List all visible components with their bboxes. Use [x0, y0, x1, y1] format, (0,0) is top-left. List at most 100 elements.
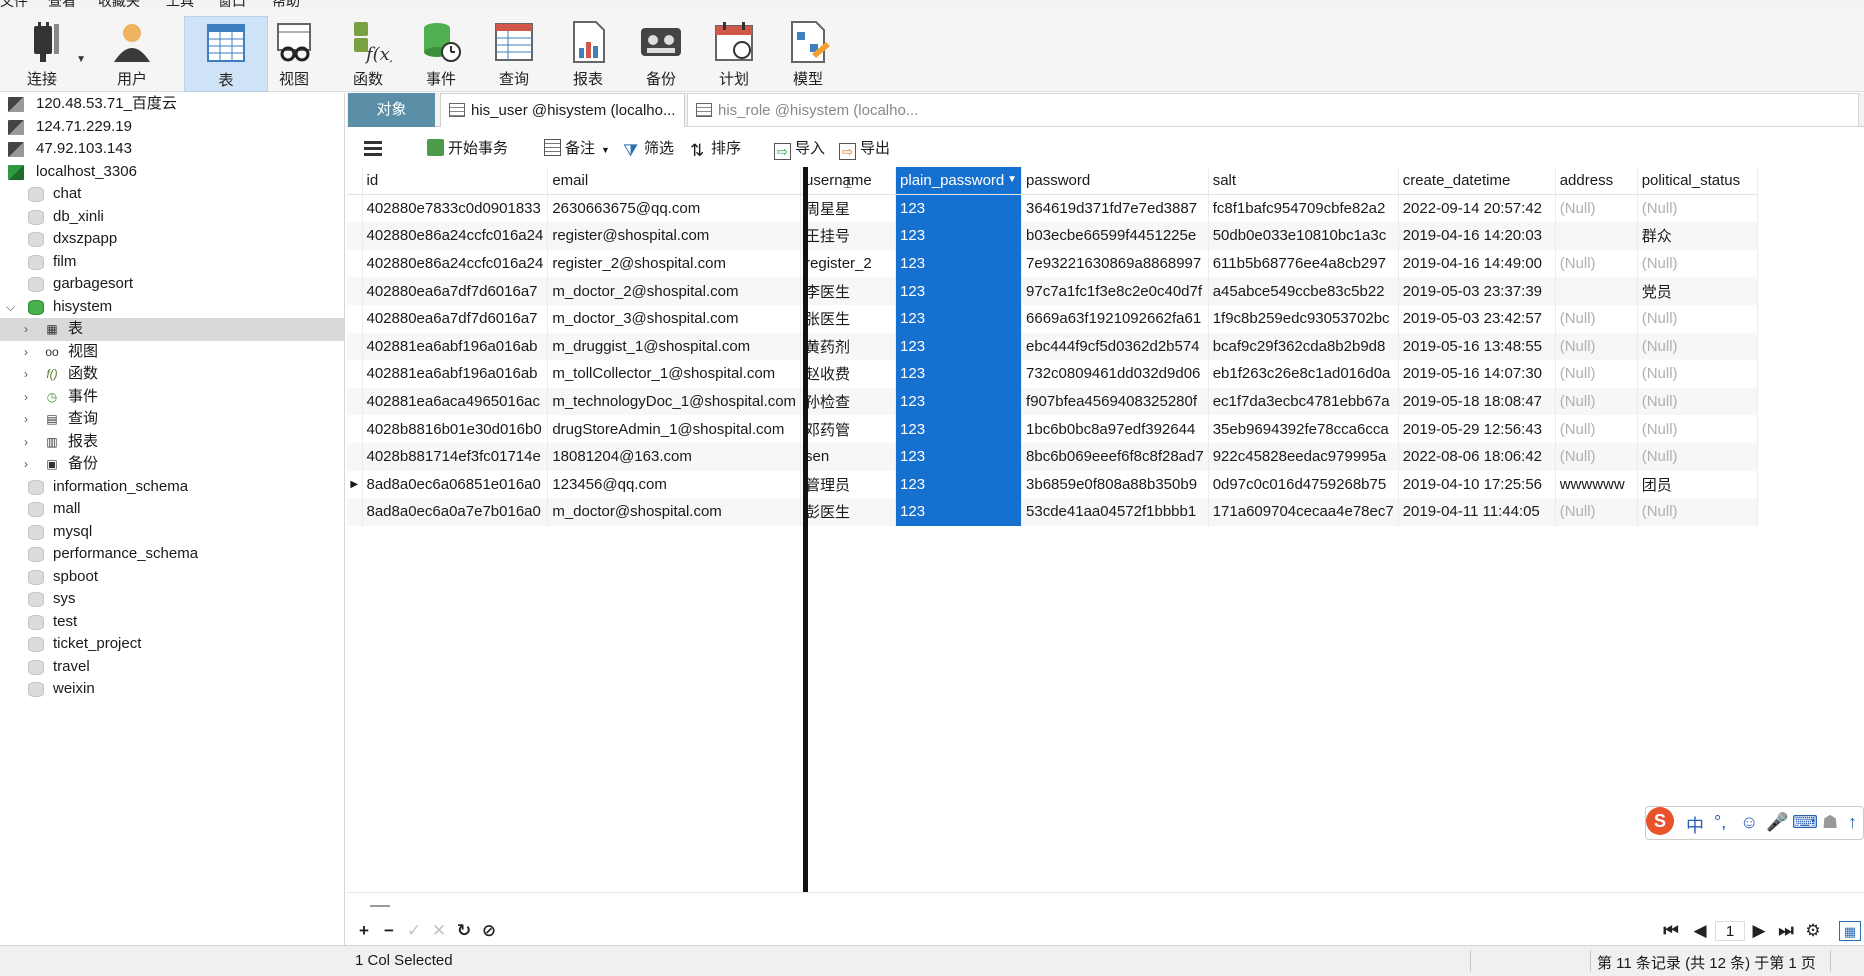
cell-plain-password[interactable]: 123 — [895, 387, 1023, 416]
cell-email[interactable]: 18081204@163.com — [547, 442, 802, 471]
cell-address[interactable]: (Null) — [1555, 360, 1638, 388]
tree-db-dxszpapp[interactable]: dxszpapp — [0, 228, 344, 251]
function-button[interactable]: f(x) 函数 — [326, 16, 410, 92]
cell-create-datetime[interactable]: 2019-04-10 17:25:56 — [1398, 470, 1556, 499]
row-marker[interactable]: ▶ — [347, 470, 363, 499]
chevron-down-icon[interactable]: ▼ — [1007, 174, 1017, 185]
cell-political-status[interactable]: (Null) — [1637, 194, 1758, 223]
column-header-political-status[interactable]: political_status — [1637, 167, 1758, 196]
row-marker[interactable] — [347, 387, 363, 416]
cell-plain-password[interactable]: 123 — [895, 222, 1023, 250]
cell-address[interactable]: (Null) — [1555, 442, 1638, 471]
tree-db-performance_schema[interactable]: performance_schema — [0, 543, 344, 566]
menu-window[interactable]: 窗口 — [218, 0, 246, 8]
import-button[interactable]: ⇨ 导入 — [774, 138, 825, 160]
note-button[interactable]: 备注 ▼ — [544, 138, 610, 160]
tree-node-views[interactable]: › oo 视图 — [0, 341, 344, 364]
cell-id[interactable]: 402880e86a24ccfc016a24 — [362, 222, 549, 250]
tree-db-mysql[interactable]: mysql — [0, 521, 344, 544]
chevron-down-icon[interactable]: ⌵ — [6, 296, 18, 319]
cell-address[interactable] — [1555, 277, 1638, 305]
schedule-button[interactable]: 计划 — [692, 16, 776, 92]
cell-political-status[interactable]: 群众 — [1637, 222, 1758, 250]
grid-view-icon[interactable]: ▦ — [1839, 921, 1861, 941]
cell-salt[interactable]: 171a609704cecaa4e78ec7 — [1208, 498, 1399, 526]
user-button[interactable]: 用户 — [90, 16, 174, 92]
cell-password[interactable]: 6669a63f1921092662fa61 — [1021, 304, 1209, 333]
previous-page-icon[interactable]: ◀ — [1689, 921, 1711, 941]
tree-node-backups[interactable]: › ▣ 备份 — [0, 453, 344, 476]
cell-email[interactable]: m_druggist_1@shospital.com — [547, 332, 802, 361]
cell-salt[interactable]: 1f9c8b259edc93053702bc — [1208, 304, 1399, 333]
cell-password[interactable]: ebc444f9cf5d0362d2b574 — [1021, 332, 1209, 361]
cell-address[interactable]: (Null) — [1555, 332, 1638, 361]
chevron-right-icon[interactable]: › — [24, 363, 36, 386]
cell-create-datetime[interactable]: 2019-04-11 11:44:05 — [1398, 498, 1556, 526]
cell-address[interactable]: (Null) — [1555, 387, 1638, 416]
cell-plain-password[interactable]: 123 — [895, 277, 1023, 305]
cell-address[interactable]: (Null) — [1555, 304, 1638, 333]
tree-db-garbagesort[interactable]: garbagesort — [0, 273, 344, 296]
tab-his-role[interactable]: his_role @hisystem (localho... — [687, 93, 1859, 127]
tree-db-chat[interactable]: chat — [0, 183, 344, 206]
splitter-handle[interactable] — [370, 905, 390, 907]
microphone-icon[interactable]: 🎤 — [1766, 812, 1788, 833]
discard-changes-button[interactable]: ✕ — [428, 921, 450, 941]
tree-db-travel[interactable]: travel — [0, 656, 344, 679]
table-row[interactable]: 4028b881714ef3fc01714e 18081204@163.com se… — [347, 442, 1758, 471]
cell-id[interactable]: 8ad8a0ec6a06851e016a0 — [362, 470, 549, 499]
cell-plain-password[interactable]: 123 — [895, 332, 1023, 361]
punctuation-icon[interactable]: °, — [1714, 812, 1726, 833]
delete-record-button[interactable]: − — [378, 921, 400, 941]
cell-plain-password[interactable]: 123 — [895, 415, 1023, 443]
cell-plain-password[interactable]: 123 — [895, 249, 1023, 278]
cell-email[interactable]: 2630663675@qq.com — [547, 194, 802, 223]
cell-political-status[interactable]: (Null) — [1637, 332, 1758, 361]
cell-email[interactable]: m_doctor@shospital.com — [547, 498, 802, 526]
table-row[interactable]: 402880e86a24ccfc016a24 register@shospital… — [347, 222, 1758, 250]
cell-password[interactable]: 7e93221630869a8868997 — [1021, 249, 1209, 278]
column-resize-divider[interactable] — [803, 167, 808, 894]
row-marker[interactable] — [347, 360, 363, 388]
cell-create-datetime[interactable]: 2019-05-29 12:56:43 — [1398, 415, 1556, 443]
menu-view[interactable]: 查看 — [48, 0, 76, 8]
cell-id[interactable]: 402881ea6abf196a016ab — [362, 332, 549, 361]
column-header-address[interactable]: address — [1555, 167, 1638, 196]
tab-his-user[interactable]: his_user @hisystem (localho... — [440, 93, 685, 127]
chevron-right-icon[interactable]: › — [24, 408, 36, 431]
table-row[interactable]: ▶ 8ad8a0ec6a06851e016a0 123456@qq.com 管理员 12… — [347, 470, 1758, 499]
next-page-icon[interactable]: ▶ — [1748, 921, 1770, 941]
cell-password[interactable]: 1bc6b0bc8a97edf392644 — [1021, 415, 1209, 443]
cell-salt[interactable]: eb1f263c26e8c1ad016d0a — [1208, 360, 1399, 388]
cell-password[interactable]: b03ecbe66599f4451225e — [1021, 222, 1209, 250]
cell-username[interactable]: 李医生 — [800, 277, 897, 305]
table-row[interactable]: 402880e86a24ccfc016a24 register_2@shospit… — [347, 249, 1758, 278]
row-marker[interactable] — [347, 442, 363, 471]
cell-plain-password[interactable]: 123 — [895, 498, 1023, 526]
cell-username[interactable]: 黄药剂 — [800, 332, 897, 361]
tree-db-information_schema[interactable]: information_schema — [0, 476, 344, 499]
cell-create-datetime[interactable]: 2019-05-18 18:08:47 — [1398, 387, 1556, 416]
cell-password[interactable]: 732c0809461dd032d9d06 — [1021, 360, 1209, 388]
row-marker[interactable] — [347, 304, 363, 333]
cell-id[interactable]: 4028b8816b01e30d016b0 — [362, 415, 549, 443]
keyboard-icon[interactable]: ⌨ — [1792, 812, 1818, 833]
cell-political-status[interactable]: (Null) — [1637, 415, 1758, 443]
table-row[interactable]: 402881ea6abf196a016ab m_tollCollector_1@s… — [347, 360, 1758, 388]
column-header-password[interactable]: password — [1021, 167, 1209, 196]
cell-email[interactable]: m_tollCollector_1@shospital.com — [547, 360, 802, 388]
cell-username[interactable]: 张医生 — [800, 304, 897, 333]
table-row[interactable]: 402880e7833c0d0901833 2630663675@qq.com 周星… — [347, 194, 1758, 223]
row-marker[interactable] — [347, 498, 363, 526]
model-button[interactable]: 模型 — [766, 16, 850, 92]
cell-political-status[interactable]: 团员 — [1637, 470, 1758, 499]
cell-create-datetime[interactable]: 2022-08-06 18:06:42 — [1398, 442, 1556, 471]
cell-username[interactable]: 彭医生 — [800, 498, 897, 526]
cell-email[interactable]: m_technologyDoc_1@shospital.com — [547, 387, 802, 416]
tree-db-weixin[interactable]: weixin — [0, 678, 344, 701]
row-marker[interactable] — [347, 222, 363, 250]
tree-node-tables[interactable]: › ▦ 表 — [0, 318, 344, 341]
tree-db-film[interactable]: film — [0, 251, 344, 274]
cell-password[interactable]: f907bfea4569408325280f — [1021, 387, 1209, 416]
cell-address[interactable]: (Null) — [1555, 194, 1638, 223]
